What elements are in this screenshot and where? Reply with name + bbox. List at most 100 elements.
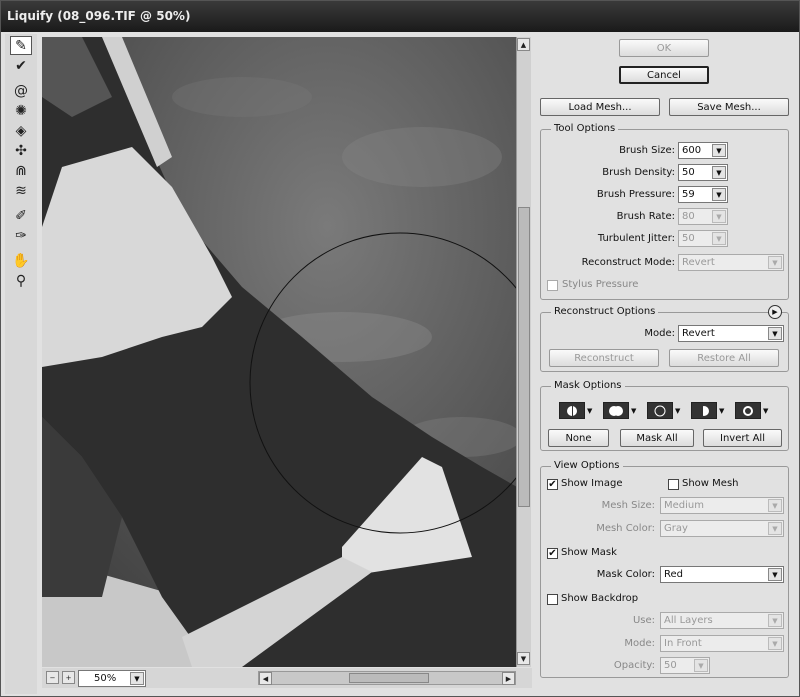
zoom-out-icon[interactable]: − [46,671,59,684]
horizontal-scrollbar[interactable]: ◀ ▶ [258,671,516,685]
save-mesh-button[interactable]: Save Mesh... [669,98,789,116]
chevron-down-icon[interactable]: ▼ [587,407,592,415]
chevron-down-icon[interactable]: ▼ [768,327,782,340]
brush-pressure-input[interactable]: 59 ▼ [678,186,728,203]
chevron-down-icon[interactable]: ▼ [712,144,726,157]
scroll-down-icon[interactable]: ▼ [517,652,530,665]
vertical-scroll-thumb[interactable] [518,207,530,507]
window-title: Liquify (08_096.TIF @ 50%) [1,1,799,32]
intersect-selection-icon[interactable] [691,402,717,419]
mesh-color-value: Gray [664,523,688,534]
brush-rate-label: Brush Rate: [616,211,675,222]
mesh-size-label: Mesh Size: [601,500,655,511]
horizontal-scroll-thumb[interactable] [349,673,429,683]
use-label: Use: [632,615,655,626]
pucker-icon[interactable]: ✺ [10,101,32,120]
thaw-mask-icon[interactable]: ✑ [10,226,32,245]
chevron-down-icon[interactable]: ▼ [712,188,726,201]
stylus-pressure-checkbox[interactable] [547,280,558,291]
chevron-down-icon[interactable]: ▼ [768,568,782,581]
replace-selection-icon[interactable] [559,402,585,419]
invert-selection-icon[interactable] [735,402,761,419]
add-to-selection-icon[interactable] [603,402,629,419]
zoom-in-icon[interactable]: + [62,671,75,684]
reconstruct-icon[interactable]: ✔ [10,56,32,75]
chevron-down-icon[interactable]: ▼ [719,407,724,415]
opacity-label: Opacity: [613,660,655,671]
tool-strip: ✎ ✔ @ ✺ ◈ ✣ ⋒ ≋ ✐ ✑ ✋ ⚲ [5,34,37,694]
mesh-size-value: Medium [664,500,704,511]
mask-color-select[interactable]: Red ▼ [660,566,784,583]
mirror-icon[interactable]: ⋒ [10,161,32,180]
restore-all-button[interactable]: Restore All [669,349,779,367]
show-backdrop-label: Show Backdrop [561,593,639,604]
brush-density-value: 50 [682,167,695,178]
reconstruct-options-group: Reconstruct Options ▶ Mode: Revert ▼ Rec… [540,305,789,372]
backdrop-opacity-input: 50 ▼ [660,657,710,674]
scroll-right-icon[interactable]: ▶ [502,672,515,685]
backdrop-mode-label: Mode: [624,638,655,649]
bottom-bar: − + 50% ▼ ◀ ▶ [42,668,532,688]
subtract-from-selection-icon[interactable] [647,402,673,419]
mesh-color-select: Gray ▼ [660,520,784,537]
show-mesh-checkbox[interactable] [668,479,679,490]
chevron-down-icon: ▼ [768,256,782,269]
show-image-checkbox[interactable]: ✔ [547,479,558,490]
reconstruct-mode-select: Revert ▼ [678,254,784,271]
show-mask-label: Show Mask [561,547,617,558]
view-options-group: View Options ✔ Show Image Show Mesh Mesh… [540,460,789,678]
turbulent-jitter-value: 50 [682,233,695,244]
backdrop-use-value: All Layers [664,615,713,626]
zoom-icon[interactable]: ⚲ [10,271,32,290]
reconstruct-mode-select[interactable]: Revert ▼ [678,325,784,342]
ok-button[interactable]: OK [619,39,709,57]
preview-canvas[interactable] [42,37,517,667]
mask-none-button[interactable]: None [548,429,609,447]
mask-all-button[interactable]: Mask All [620,429,694,447]
turbulence-icon[interactable]: ≋ [10,181,32,200]
stylus-pressure-label: Stylus Pressure [562,279,639,290]
brush-density-label: Brush Density: [602,167,675,178]
show-mesh-label: Show Mesh [682,478,739,489]
chevron-down-icon: ▼ [712,232,726,245]
zoom-level-select[interactable]: 50% ▼ [78,670,146,687]
mask-options-group: Mask Options ▼ ▼ ▼ ▼ ▼ None Mask All Inv… [540,380,789,451]
mask-color-label: Mask Color: [596,569,655,580]
brush-rate-value: 80 [682,211,695,222]
backdrop-mode-select: In Front ▼ [660,635,784,652]
vertical-scrollbar[interactable]: ▲ ▼ [516,37,531,667]
brush-density-input[interactable]: 50 ▼ [678,164,728,181]
preview-image [42,37,517,667]
reconstruct-mode-label: Mode: [644,328,675,339]
hand-icon[interactable]: ✋ [10,251,32,270]
push-left-icon[interactable]: ✣ [10,141,32,160]
scroll-up-icon[interactable]: ▲ [517,38,530,51]
chevron-down-icon[interactable]: ▼ [712,166,726,179]
chevron-down-icon[interactable]: ▼ [763,407,768,415]
scroll-left-icon[interactable]: ◀ [259,672,272,685]
twirl-icon[interactable]: @ [10,81,32,100]
chevron-down-icon[interactable]: ▼ [631,407,636,415]
invert-all-button[interactable]: Invert All [703,429,782,447]
freeze-mask-icon[interactable]: ✐ [10,206,32,225]
reconstruct-button[interactable]: Reconstruct [549,349,659,367]
show-mask-checkbox[interactable]: ✔ [547,548,558,559]
forward-warp-icon[interactable]: ✎ [10,36,32,55]
backdrop-opacity-value: 50 [664,660,677,671]
reconstruct-mode-value: Revert [682,328,715,339]
chevron-down-icon[interactable]: ▼ [675,407,680,415]
brush-size-label: Brush Size: [619,145,675,156]
bloat-icon[interactable]: ◈ [10,121,32,140]
options-menu-icon[interactable]: ▶ [768,305,782,319]
brush-pressure-value: 59 [682,189,695,200]
mesh-size-select: Medium ▼ [660,497,784,514]
chevron-down-icon: ▼ [768,522,782,535]
cancel-button[interactable]: Cancel [619,66,709,84]
brush-size-input[interactable]: 600 ▼ [678,142,728,159]
show-backdrop-checkbox[interactable] [547,594,558,605]
backdrop-mode-value: In Front [664,638,702,649]
tool-options-group: Tool Options Brush Size: 600 ▼ Brush Den… [540,123,789,300]
chevron-down-icon: ▼ [768,637,782,650]
backdrop-use-select: All Layers ▼ [660,612,784,629]
load-mesh-button[interactable]: Load Mesh... [540,98,660,116]
